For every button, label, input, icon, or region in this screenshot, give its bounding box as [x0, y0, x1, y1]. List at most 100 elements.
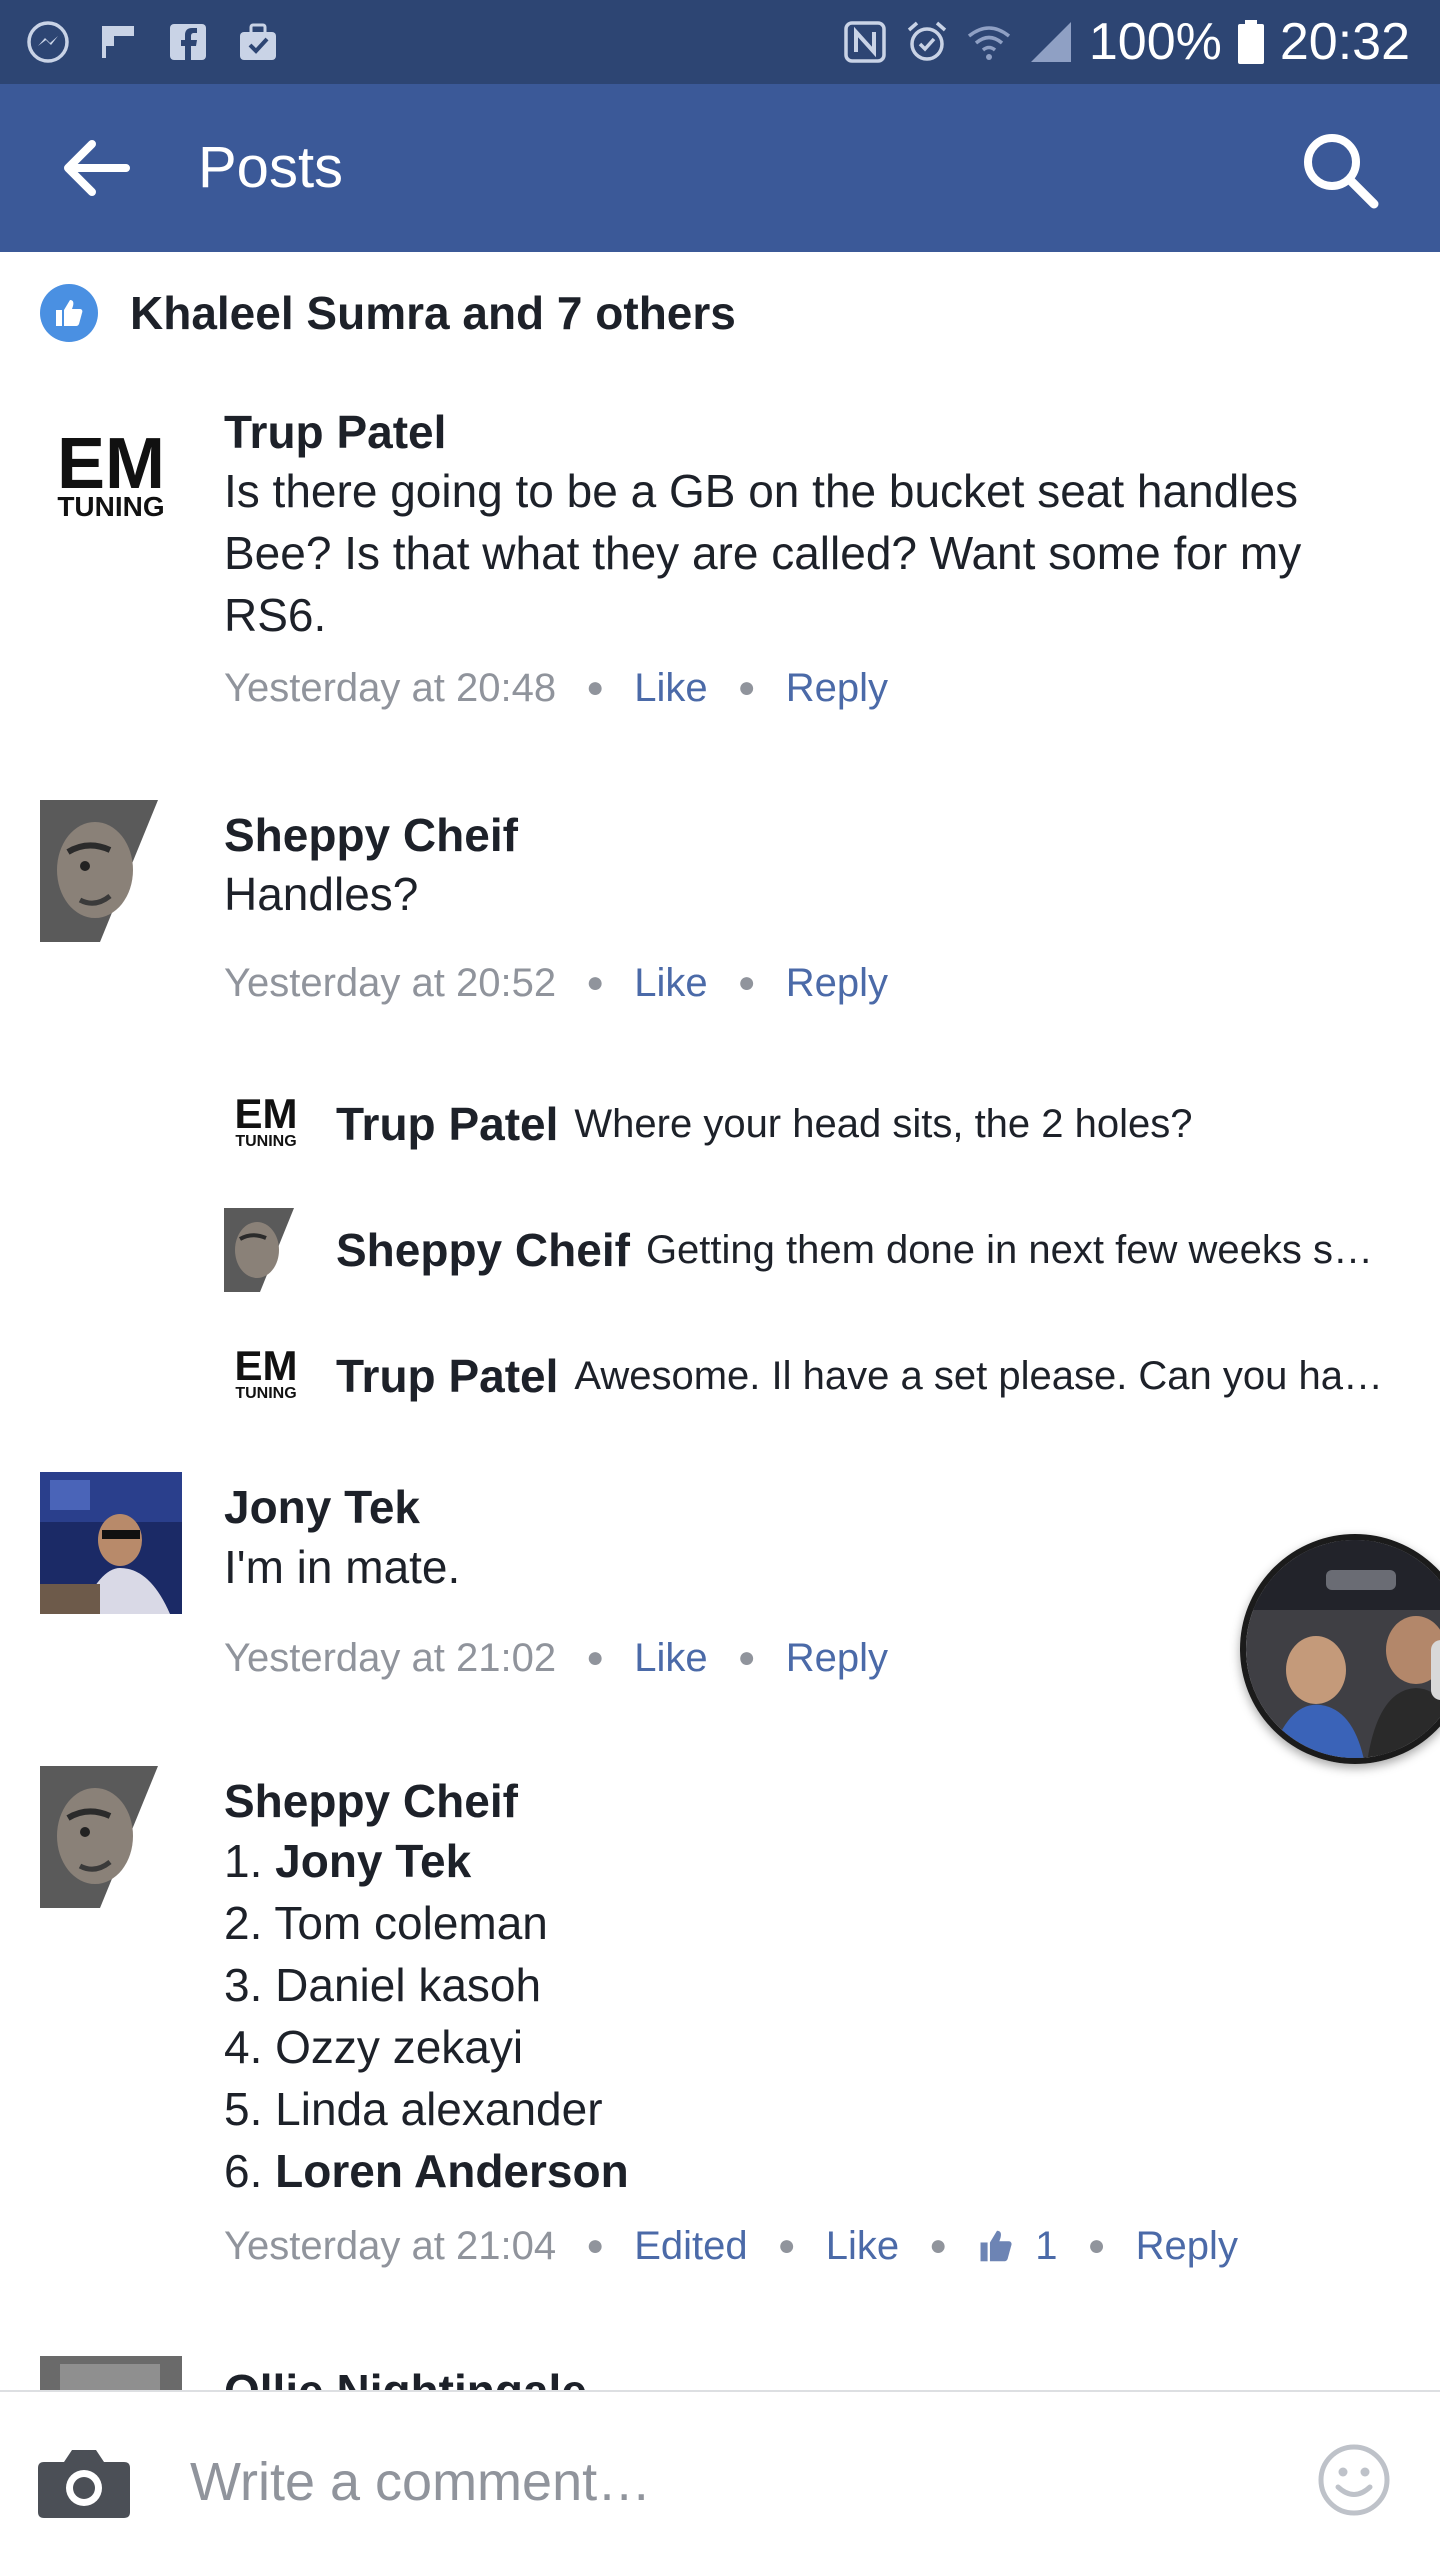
wifi-icon	[967, 26, 1010, 60]
facebook-icon	[170, 24, 206, 60]
reply-author[interactable]: Trup Patel	[336, 1349, 558, 1403]
like-button[interactable]: Like	[634, 961, 707, 1006]
reply-item[interactable]: EM TUNING Trup Patel Awesome. Il have a …	[224, 1334, 1404, 1418]
list-number: 6.	[224, 2145, 263, 2197]
briefcase-icon	[240, 23, 276, 60]
comment-text: I'm in mate.	[224, 1541, 461, 1593]
likes-summary[interactable]: Khaleel Sumra and 7 others	[40, 280, 736, 346]
meta-separator: ●	[586, 671, 605, 704]
comment-list: 1. Jony Tek 2. Tom coleman 3. Daniel kas…	[224, 1830, 1404, 2202]
meta-separator: ●	[586, 2229, 605, 2262]
meta-separator: ●	[737, 671, 756, 704]
reply-text: Awesome. Il have a set please. Can you h…	[574, 1353, 1384, 1398]
avatar-logo-subtext: TUNING	[235, 1385, 296, 1402]
list-number: 5.	[224, 2083, 263, 2135]
mention-link[interactable]: Jony Tek	[275, 1835, 471, 1887]
meta-separator: ●	[1087, 2229, 1106, 2262]
likes-text: Khaleel Sumra and 7 others	[130, 287, 736, 339]
reply-text: Getting them done in next few weeks s…	[645, 1227, 1373, 1272]
list-item: 2. Tom coleman	[224, 1892, 1404, 1954]
meta-separator: ●	[586, 966, 605, 999]
comment-meta: Yesterday at 20:52 ● Like ● Reply	[224, 955, 888, 1011]
meta-separator: ●	[929, 2229, 948, 2262]
avatar-logo-subtext: TUNING	[235, 1133, 296, 1150]
avatar[interactable]: EM TUNING	[40, 410, 182, 552]
reply-button[interactable]: Reply	[786, 961, 888, 1006]
reply-button[interactable]: Reply	[786, 666, 888, 711]
comment-author[interactable]: Sheppy Cheif	[224, 808, 518, 862]
like-count[interactable]: 1	[1035, 2224, 1057, 2269]
comment-text: Is there going to be a GB on the bucket …	[224, 465, 1302, 641]
list-number: 2.	[224, 1897, 263, 1949]
list-number: 3.	[224, 1959, 263, 2011]
emoji-icon[interactable]	[1316, 2442, 1392, 2518]
comment-text: Handles?	[224, 868, 419, 920]
app-bar: Posts	[0, 84, 1440, 252]
meta-separator: ●	[777, 2229, 796, 2262]
reply-item[interactable]: Sheppy Cheif Getting them done in next f…	[224, 1208, 1404, 1292]
comment-author[interactable]: Sheppy Cheif	[224, 1774, 518, 1828]
avatar[interactable]	[40, 1472, 182, 1614]
comment-timestamp: Yesterday at 21:02	[224, 1635, 557, 1680]
search-icon[interactable]	[1294, 124, 1384, 214]
list-name: Linda alexander	[275, 2083, 603, 2135]
list-name: Ozzy zekayi	[275, 2021, 524, 2073]
comment-composer	[0, 2390, 1440, 2560]
avatar-logo-subtext: TUNING	[57, 491, 164, 522]
avatar[interactable]	[40, 2356, 182, 2390]
mention-link[interactable]: Loren Anderson	[275, 2145, 629, 2197]
camera-icon[interactable]	[36, 2444, 132, 2520]
comment-timestamp: Yesterday at 21:04	[224, 2223, 557, 2268]
list-item: 1. Jony Tek	[224, 1830, 1404, 1892]
comment-author[interactable]: Jony Tek	[224, 1480, 420, 1534]
thumbs-up-icon	[980, 2230, 1012, 2262]
edited-link[interactable]: Edited	[634, 2224, 747, 2269]
comment-meta: Yesterday at 20:48 ● Like ● Reply	[224, 660, 888, 716]
reply-button[interactable]: Reply	[786, 1636, 888, 1681]
list-item: 4. Ozzy zekayi	[224, 2016, 1404, 2078]
like-button[interactable]: Like	[634, 1636, 707, 1681]
comment-timestamp: Yesterday at 20:52	[224, 960, 557, 1005]
avatar[interactable]	[40, 1766, 182, 1908]
list-number: 4.	[224, 2021, 263, 2073]
meta-separator: ●	[586, 1641, 605, 1674]
comment-author[interactable]: Ollie Nightingale	[224, 2364, 587, 2390]
status-notification-icons	[24, 16, 282, 68]
like-button[interactable]: Like	[826, 2224, 899, 2269]
comment-meta: Yesterday at 21:02 ● Like ● Reply	[224, 1630, 888, 1686]
list-name: Tom coleman	[274, 1897, 548, 1949]
clock: 20:32	[1279, 13, 1410, 71]
nfc-icon	[844, 21, 886, 63]
status-system-icons: 100% 20:32	[841, 10, 1410, 74]
status-bar: 100% 20:32	[0, 0, 1440, 84]
reply-author[interactable]: Sheppy Cheif	[336, 1223, 630, 1277]
avatar-logo-text: EM	[235, 1090, 298, 1137]
battery-percentage: 100%	[1088, 13, 1222, 71]
like-button[interactable]: Like	[634, 666, 707, 711]
reply-avatar: EM TUNING	[224, 1334, 308, 1418]
comment-input[interactable]	[190, 2432, 1250, 2532]
meta-separator: ●	[737, 966, 756, 999]
meta-separator: ●	[737, 1641, 756, 1674]
comment-author[interactable]: Trup Patel	[224, 405, 446, 459]
avatar[interactable]	[40, 800, 182, 942]
reply-avatar: EM TUNING	[224, 1082, 308, 1166]
alarm-icon	[907, 21, 947, 61]
list-item: 5. Linda alexander	[224, 2078, 1404, 2140]
messenger-icon	[27, 21, 69, 63]
list-item: 3. Daniel kasoh	[224, 1954, 1404, 2016]
arrow-left-icon[interactable]	[56, 132, 136, 204]
list-number: 1.	[224, 1835, 263, 1887]
page-title: Posts	[198, 135, 344, 200]
flipboard-icon	[102, 26, 134, 58]
reply-author[interactable]: Trup Patel	[336, 1097, 558, 1151]
thumbs-up-icon	[40, 284, 98, 342]
comment-timestamp: Yesterday at 20:48	[224, 665, 557, 710]
reply-button[interactable]: Reply	[1136, 2224, 1238, 2269]
comment-meta: Yesterday at 21:04 ● Edited ● Like ● 1 ●…	[224, 2218, 1238, 2274]
battery-icon	[1237, 20, 1264, 64]
reply-item[interactable]: EM TUNING Trup Patel Where your head sit…	[224, 1082, 1404, 1166]
list-item: 6. Loren Anderson	[224, 2140, 1404, 2202]
avatar-logo-text: EM	[235, 1342, 298, 1389]
list-name: Daniel kasoh	[275, 1959, 542, 2011]
